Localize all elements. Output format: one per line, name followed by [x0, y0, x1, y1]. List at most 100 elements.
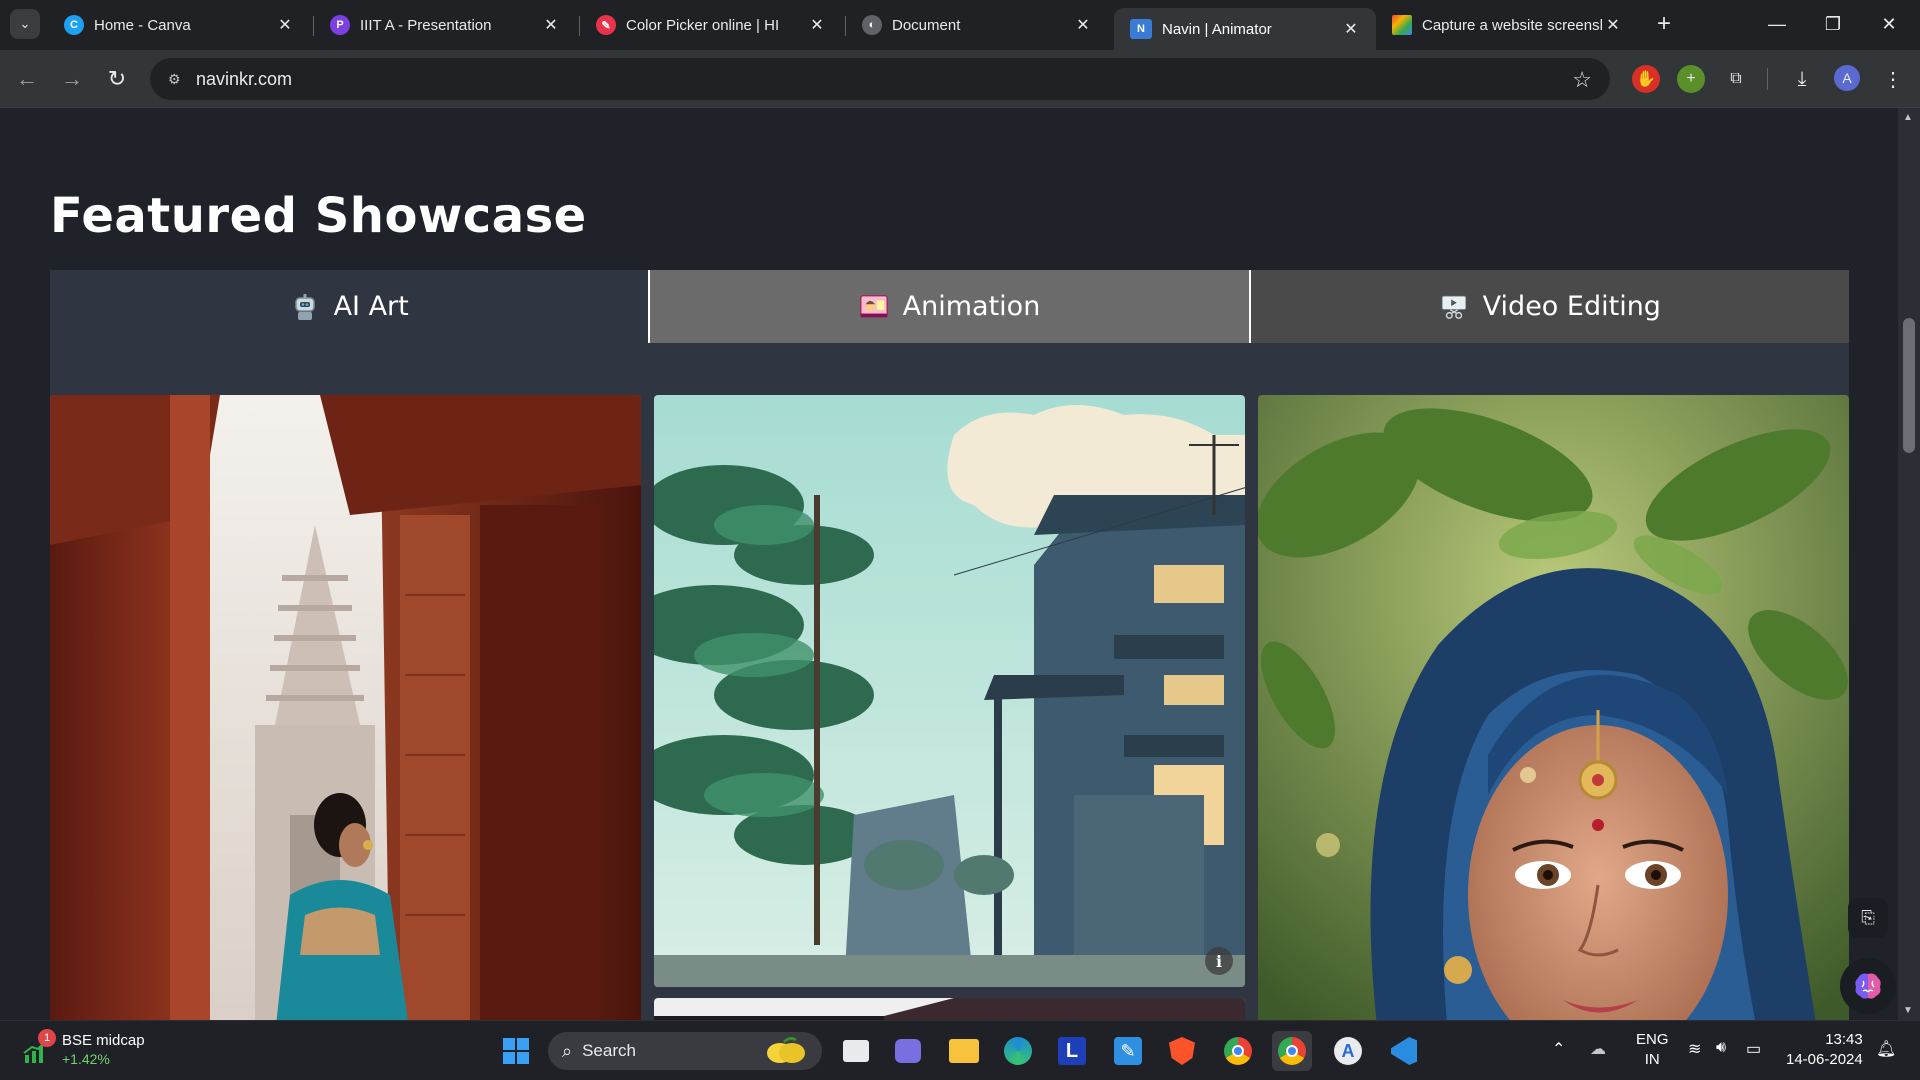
start-button[interactable]: [496, 1031, 536, 1071]
gallery-card-temple[interactable]: [50, 395, 641, 1020]
brain-icon: [1855, 973, 1881, 999]
restore-button[interactable]: ❐: [1810, 8, 1856, 40]
show-hidden-icons-chevron-icon[interactable]: ⌃: [1552, 1039, 1565, 1059]
close-icon[interactable]: ✕: [1340, 18, 1362, 40]
bookmark-star-icon[interactable]: ☆: [1572, 67, 1592, 93]
windows-taskbar: 1 BSE midcap +1.42% ⌕ Search L ✎ A ⌃ ☁ E…: [0, 1020, 1920, 1080]
clock-date: 14-06-2024: [1786, 1051, 1863, 1068]
app-store-icon: A: [1334, 1037, 1362, 1065]
tab-ai-art[interactable]: AI Art: [50, 270, 649, 343]
taskbar-search[interactable]: ⌕ Search: [548, 1032, 822, 1070]
info-icon[interactable]: i: [1205, 947, 1233, 975]
teams-icon: [895, 1039, 921, 1063]
edge-button[interactable]: [998, 1031, 1038, 1071]
tab-search-button[interactable]: ⌄: [10, 9, 40, 39]
url-text[interactable]: navinkr.com: [196, 69, 292, 90]
language-line1: ENG: [1636, 1031, 1669, 1048]
chrome-profile-icon: [1278, 1037, 1306, 1065]
chrome-profile-button[interactable]: [1272, 1031, 1312, 1071]
address-bar[interactable]: ⚙ navinkr.com ☆: [150, 58, 1610, 100]
site-info-icon[interactable]: ⚙: [168, 71, 196, 88]
card-peek-artwork: [654, 998, 1245, 1020]
close-icon[interactable]: ✕: [806, 14, 828, 36]
chrome-button[interactable]: [1218, 1031, 1258, 1071]
gallery-card-portrait[interactable]: [1258, 395, 1849, 1020]
extension-adblock-icon[interactable]: ✋: [1632, 65, 1660, 93]
minimize-icon: —: [1768, 13, 1786, 34]
widget-title: BSE midcap: [62, 1032, 145, 1049]
widget-change: +1.42%: [62, 1051, 110, 1067]
browser-tab-strip: ⌄ C Home - Canva ✕ P IIIT A - Presentati…: [0, 0, 1920, 50]
reload-button[interactable]: ↻: [100, 62, 134, 96]
draw-app-icon: ✎: [1114, 1037, 1142, 1065]
browser-tab[interactable]: ◐ Document ✕: [846, 6, 1108, 44]
notification-bell-icon[interactable]: 🔔︎: [1876, 1039, 1896, 1059]
tab-title: Navin | Animator: [1162, 20, 1272, 38]
close-icon[interactable]: ✕: [1072, 14, 1094, 36]
gallery-card-anime-street[interactable]: i: [654, 395, 1245, 987]
tab-label: Animation: [902, 291, 1041, 322]
browser-tab-active[interactable]: N Navin | Animator ✕: [1114, 8, 1376, 50]
file-explorer-button[interactable]: [944, 1031, 984, 1071]
tab-video-editing[interactable]: Video Editing: [1250, 270, 1849, 343]
launcher-l-button[interactable]: L: [1052, 1031, 1092, 1071]
brave-button[interactable]: [1162, 1031, 1202, 1071]
stock-widget[interactable]: 1 BSE midcap +1.42%: [22, 1029, 145, 1069]
tab-label: AI Art: [333, 291, 409, 322]
translate-button[interactable]: ⎘: [1848, 898, 1888, 938]
browser-tab[interactable]: Capture a website screensh ✕: [1376, 6, 1638, 44]
scrollbar-thumb[interactable]: [1903, 318, 1915, 453]
language-line2: IN: [1644, 1051, 1660, 1068]
restore-icon: ❐: [1824, 13, 1842, 34]
forward-button[interactable]: →: [55, 62, 89, 96]
browser-tab[interactable]: ✎ Color Picker online | HI ✕: [580, 6, 842, 44]
wifi-icon[interactable]: ≋: [1688, 1039, 1701, 1059]
extensions-puzzle-icon[interactable]: ⧉: [1722, 65, 1750, 93]
browser-tab[interactable]: P IIIT A - Presentation ✕: [314, 6, 576, 44]
close-icon[interactable]: ✕: [1602, 14, 1624, 36]
chevron-down-icon: ⌄: [19, 16, 31, 31]
l-app-icon: L: [1058, 1037, 1086, 1065]
close-icon[interactable]: ✕: [540, 14, 562, 36]
gallery-card-peek[interactable]: [654, 998, 1245, 1020]
language-indicator[interactable]: ENG IN: [1636, 1030, 1669, 1070]
close-icon[interactable]: ✕: [274, 14, 296, 36]
draw-app-button[interactable]: ✎: [1108, 1031, 1148, 1071]
close-icon: ✕: [1881, 13, 1897, 34]
tab-title: Document: [892, 16, 961, 34]
animation-icon: [859, 292, 889, 322]
task-view-button[interactable]: [836, 1031, 876, 1071]
page-scrollbar[interactable]: ▲ ▼: [1898, 108, 1920, 1020]
system-clock[interactable]: 13:43 14-06-2024: [1786, 1030, 1863, 1070]
menu-kebab-icon[interactable]: ⋮: [1879, 65, 1907, 93]
teams-button[interactable]: [888, 1031, 928, 1071]
minimize-button[interactable]: —: [1754, 8, 1800, 40]
extension-plus-icon[interactable]: +: [1677, 65, 1705, 93]
vscode-button[interactable]: [1384, 1031, 1424, 1071]
screenshot-tool-icon: [1392, 15, 1412, 35]
download-icon[interactable]: ⤓: [1788, 65, 1816, 93]
app-store-button[interactable]: A: [1328, 1031, 1368, 1071]
back-button[interactable]: ←: [10, 62, 44, 96]
new-tab-button[interactable]: +: [1650, 10, 1678, 38]
scroll-down-arrow-icon[interactable]: ▼: [1903, 1005, 1913, 1016]
onedrive-offline-icon[interactable]: ☁: [1590, 1039, 1606, 1059]
browser-tab[interactable]: C Home - Canva ✕: [48, 6, 310, 44]
arrow-right-icon: →: [61, 66, 83, 91]
plus-icon: +: [1656, 10, 1671, 37]
profile-avatar[interactable]: A: [1834, 65, 1860, 91]
close-window-button[interactable]: ✕: [1866, 8, 1912, 40]
browser-toolbar: ← → ↻ ⚙ navinkr.com ☆ ✋ + ⧉ ⤓ A ⋮: [0, 50, 1920, 108]
navin-logo-icon: N: [1130, 19, 1152, 39]
battery-icon[interactable]: ▭: [1746, 1039, 1761, 1059]
task-view-icon: [843, 1040, 869, 1062]
volume-icon[interactable]: 🔊︎: [1716, 1039, 1726, 1057]
search-label: Search: [582, 1041, 636, 1060]
ai-assistant-button[interactable]: [1840, 958, 1896, 1014]
tab-title: Capture a website screensh: [1422, 16, 1602, 34]
scroll-up-arrow-icon[interactable]: ▲: [1903, 112, 1913, 123]
tab-label: Video Editing: [1482, 291, 1661, 322]
section-title: Featured Showcase: [50, 188, 587, 244]
portrait-artwork: [1258, 395, 1849, 1020]
tab-animation[interactable]: Animation: [648, 270, 1251, 343]
